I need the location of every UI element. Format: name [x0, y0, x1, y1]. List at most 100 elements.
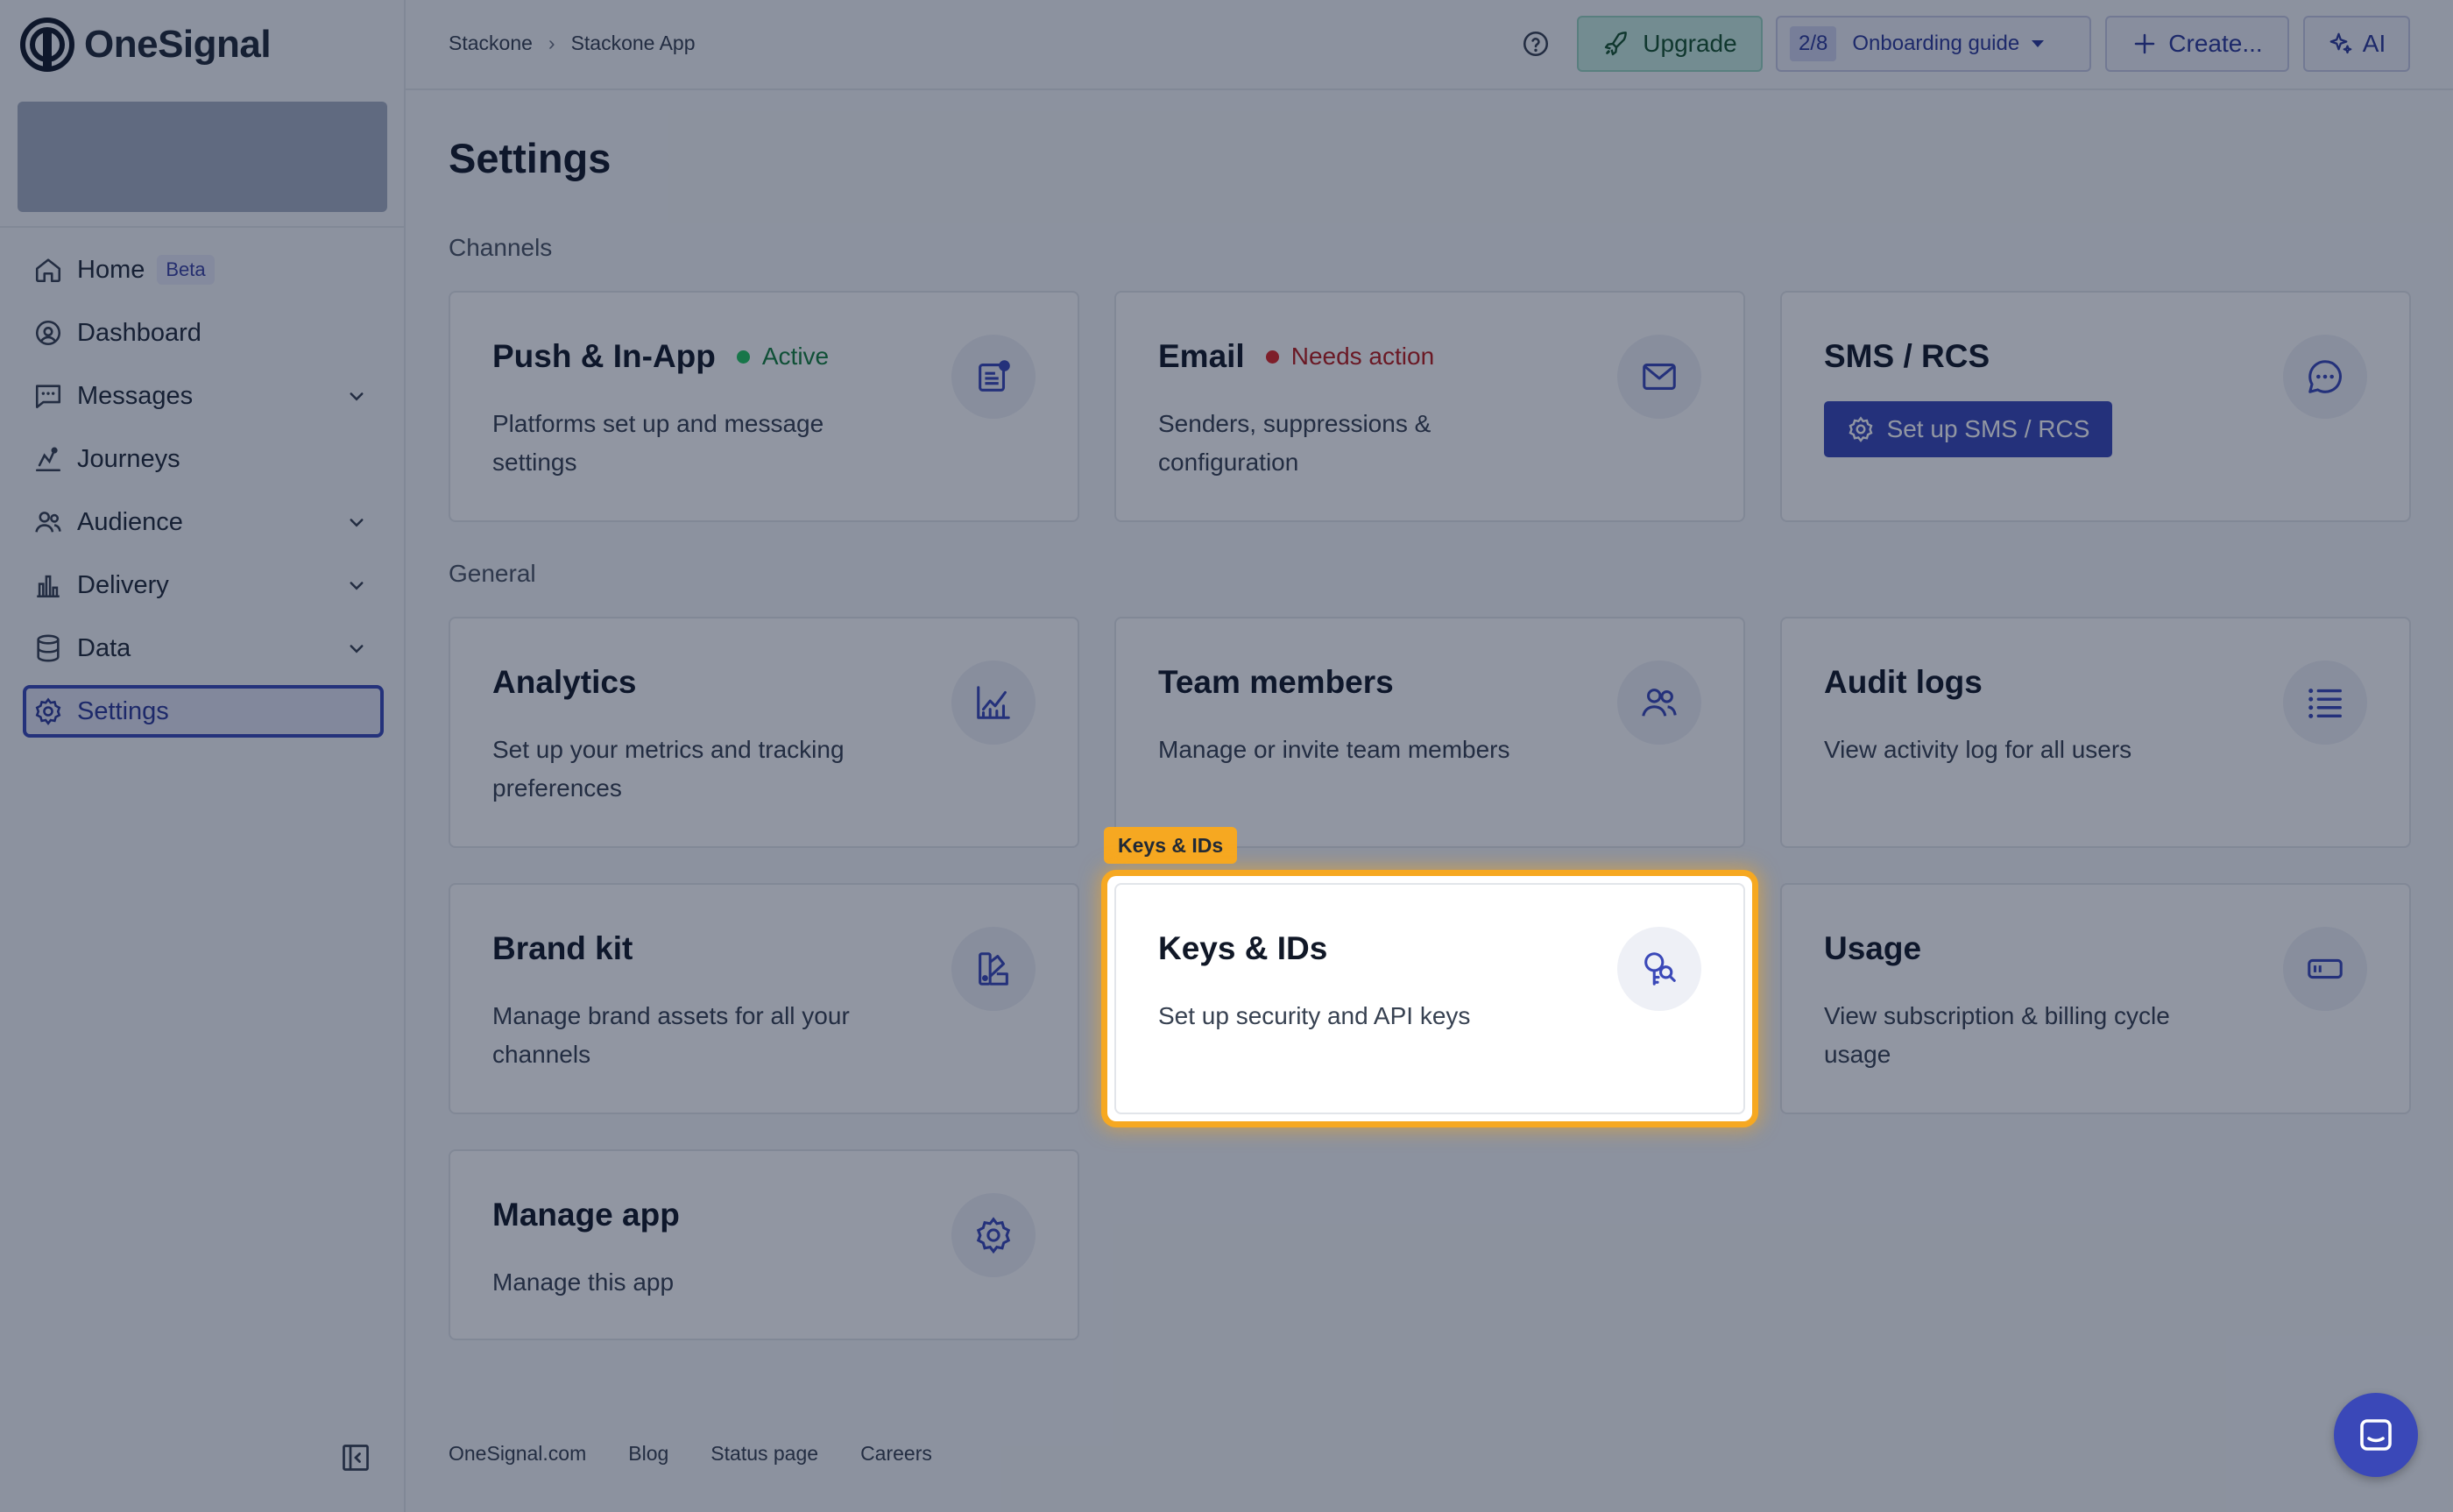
chevron-down-icon[interactable]	[343, 572, 370, 598]
gear-icon	[1849, 416, 1873, 442]
dashboard-icon	[35, 320, 61, 346]
card-email[interactable]: Email Needs action Senders, suppressions…	[1114, 291, 1745, 522]
sidebar-item-delivery[interactable]: Delivery	[23, 559, 384, 611]
card-icon-wrap	[951, 1193, 1036, 1277]
breadcrumb-org[interactable]: Stackone	[449, 32, 533, 55]
status-dot	[1265, 350, 1279, 364]
status-text: Needs action	[1290, 343, 1435, 370]
key-search-icon	[1644, 952, 1676, 986]
card-description: Manage this app	[492, 1268, 675, 1296]
card-team-members[interactable]: Team members Manage or invite team membe…	[1114, 617, 1745, 848]
ai-label: AI	[2362, 30, 2386, 57]
sidebar-item-label: Dashboard	[77, 318, 201, 347]
card-description: Manage brand assets for all your channel…	[492, 1002, 850, 1068]
plus-icon	[2135, 33, 2155, 54]
card-brand-kit[interactable]: Brand kit Manage brand assets for all yo…	[449, 883, 1079, 1114]
card-description: Set up your metrics and tracking prefere…	[492, 736, 845, 802]
card-title: SMS / RCS	[1824, 338, 1990, 375]
spotlight-tooltip: Keys & IDs	[1104, 827, 1238, 864]
card-manage-app[interactable]: Manage app Manage this app	[449, 1149, 1079, 1340]
footer: OneSignal.com Blog Status page Careers	[449, 1442, 974, 1466]
chevron-down-icon[interactable]	[343, 509, 370, 535]
footer-link-blog[interactable]: Blog	[628, 1442, 668, 1466]
list-icon	[2308, 689, 2342, 718]
sidebar-item-data[interactable]: Data	[23, 622, 384, 675]
push-notification-icon	[979, 360, 1010, 392]
setup-sms-label: Set up SMS / RCS	[1886, 415, 2090, 442]
brand-logo[interactable]: OneSignal	[19, 16, 272, 74]
upgrade-label: Upgrade	[1643, 30, 1737, 57]
journeys-icon	[35, 447, 61, 472]
create-button[interactable]: Create...	[2105, 16, 2289, 72]
sidebar-divider	[0, 226, 406, 228]
top-bar: Stackone › Stackone App Upgrade 2/8 Onbo…	[406, 0, 2453, 90]
help-icon[interactable]	[1521, 29, 1551, 59]
card-sms-rcs[interactable]: SMS / RCS Set up SMS / RCS	[1780, 291, 2411, 522]
sidebar-item-label: Settings	[77, 696, 169, 725]
onboarding-guide-button[interactable]: 2/8 Onboarding guide	[1776, 16, 2091, 72]
sidebar-item-settings[interactable]: Settings	[23, 685, 384, 738]
sidebar-item-journeys[interactable]: Journeys	[23, 433, 384, 485]
sidebar-item-messages[interactable]: Messages	[23, 370, 384, 422]
card-icon-wrap	[1617, 335, 1701, 419]
sidebar-item-dashboard[interactable]: Dashboard	[23, 307, 384, 359]
chevron-down-icon[interactable]	[343, 383, 370, 409]
caret-down-icon	[2032, 40, 2045, 47]
upgrade-button[interactable]: Upgrade	[1577, 16, 1763, 72]
status-badge-active: Active	[736, 343, 829, 371]
card-icon-wrap	[2283, 661, 2367, 745]
card-description: Platforms set up and message settings	[492, 410, 824, 476]
rocket-icon	[1605, 32, 1628, 56]
card-title: Usage	[1824, 930, 1921, 967]
ai-button[interactable]: AI	[2303, 16, 2410, 72]
card-audit-logs[interactable]: Audit logs View activity log for all use…	[1780, 617, 2411, 848]
create-label: Create...	[2168, 30, 2263, 57]
card-description: View activity log for all users	[1824, 736, 2132, 763]
line-chart-icon	[977, 686, 1010, 719]
card-icon-wrap	[1617, 927, 1701, 1011]
card-title-text: Manage app	[492, 1197, 680, 1233]
footer-link-onesignal[interactable]: OneSignal.com	[449, 1442, 586, 1466]
card-push-in-app[interactable]: Push & In-App Active Platforms set up an…	[449, 291, 1079, 522]
chat-launcher-button[interactable]	[2334, 1393, 2418, 1477]
spotlight-highlight: Keys & IDs Set up security and API keys	[1107, 876, 1752, 1121]
card-usage[interactable]: Usage View subscription & billing cycle …	[1780, 883, 2411, 1114]
sidebar-item-home[interactable]: Home Beta	[23, 244, 384, 296]
sidebar-item-audience[interactable]: Audience	[23, 496, 384, 548]
breadcrumb-app[interactable]: Stackone App	[571, 32, 696, 55]
breadcrumb-separator-icon: ›	[548, 32, 555, 54]
card-icon-wrap	[951, 927, 1036, 1011]
sidebar-item-label: Delivery	[77, 570, 169, 599]
card-title-text: Keys & IDs	[1158, 930, 1328, 966]
beta-badge: Beta	[157, 255, 215, 285]
app-switcher[interactable]	[18, 102, 387, 212]
users-icon	[35, 512, 61, 533]
status-badge-needs-action: Needs action	[1265, 343, 1435, 371]
card-title: Brand kit	[492, 930, 633, 967]
status-dot	[736, 350, 750, 364]
card-icon-wrap	[2283, 927, 2367, 1011]
card-title-text: Audit logs	[1824, 664, 1983, 700]
collapse-sidebar-icon[interactable]	[340, 1442, 371, 1473]
card-title-text: SMS / RCS	[1824, 338, 1990, 374]
card-icon-wrap	[951, 335, 1036, 419]
card-keys-ids[interactable]: Keys & IDs Set up security and API keys	[1114, 883, 1745, 1114]
footer-link-status[interactable]: Status page	[710, 1442, 818, 1466]
sidebar-nav: Home Beta Dashboard Messages Journeys Au…	[23, 244, 384, 748]
message-icon	[35, 385, 61, 409]
chevron-down-icon[interactable]	[343, 635, 370, 661]
card-title: Manage app	[492, 1197, 680, 1233]
sidebar-item-label: Journeys	[77, 444, 180, 473]
setup-sms-button[interactable]: Set up SMS / RCS	[1824, 401, 2112, 457]
app-root: OneSignal Home Beta Dashboard Messages J…	[0, 0, 2453, 1512]
card-title-text: Email	[1158, 338, 1245, 374]
card-icon-wrap	[1617, 661, 1701, 745]
footer-link-careers[interactable]: Careers	[860, 1442, 932, 1466]
card-title: Push & In-App Active	[492, 338, 829, 375]
sidebar-item-label: Data	[77, 633, 131, 662]
chat-bubble-icon	[2308, 360, 2342, 393]
card-analytics[interactable]: Analytics Set up your metrics and tracki…	[449, 617, 1079, 848]
database-icon	[37, 634, 60, 662]
card-title-text: Team members	[1158, 664, 1394, 700]
card-title-text: Brand kit	[492, 930, 633, 966]
